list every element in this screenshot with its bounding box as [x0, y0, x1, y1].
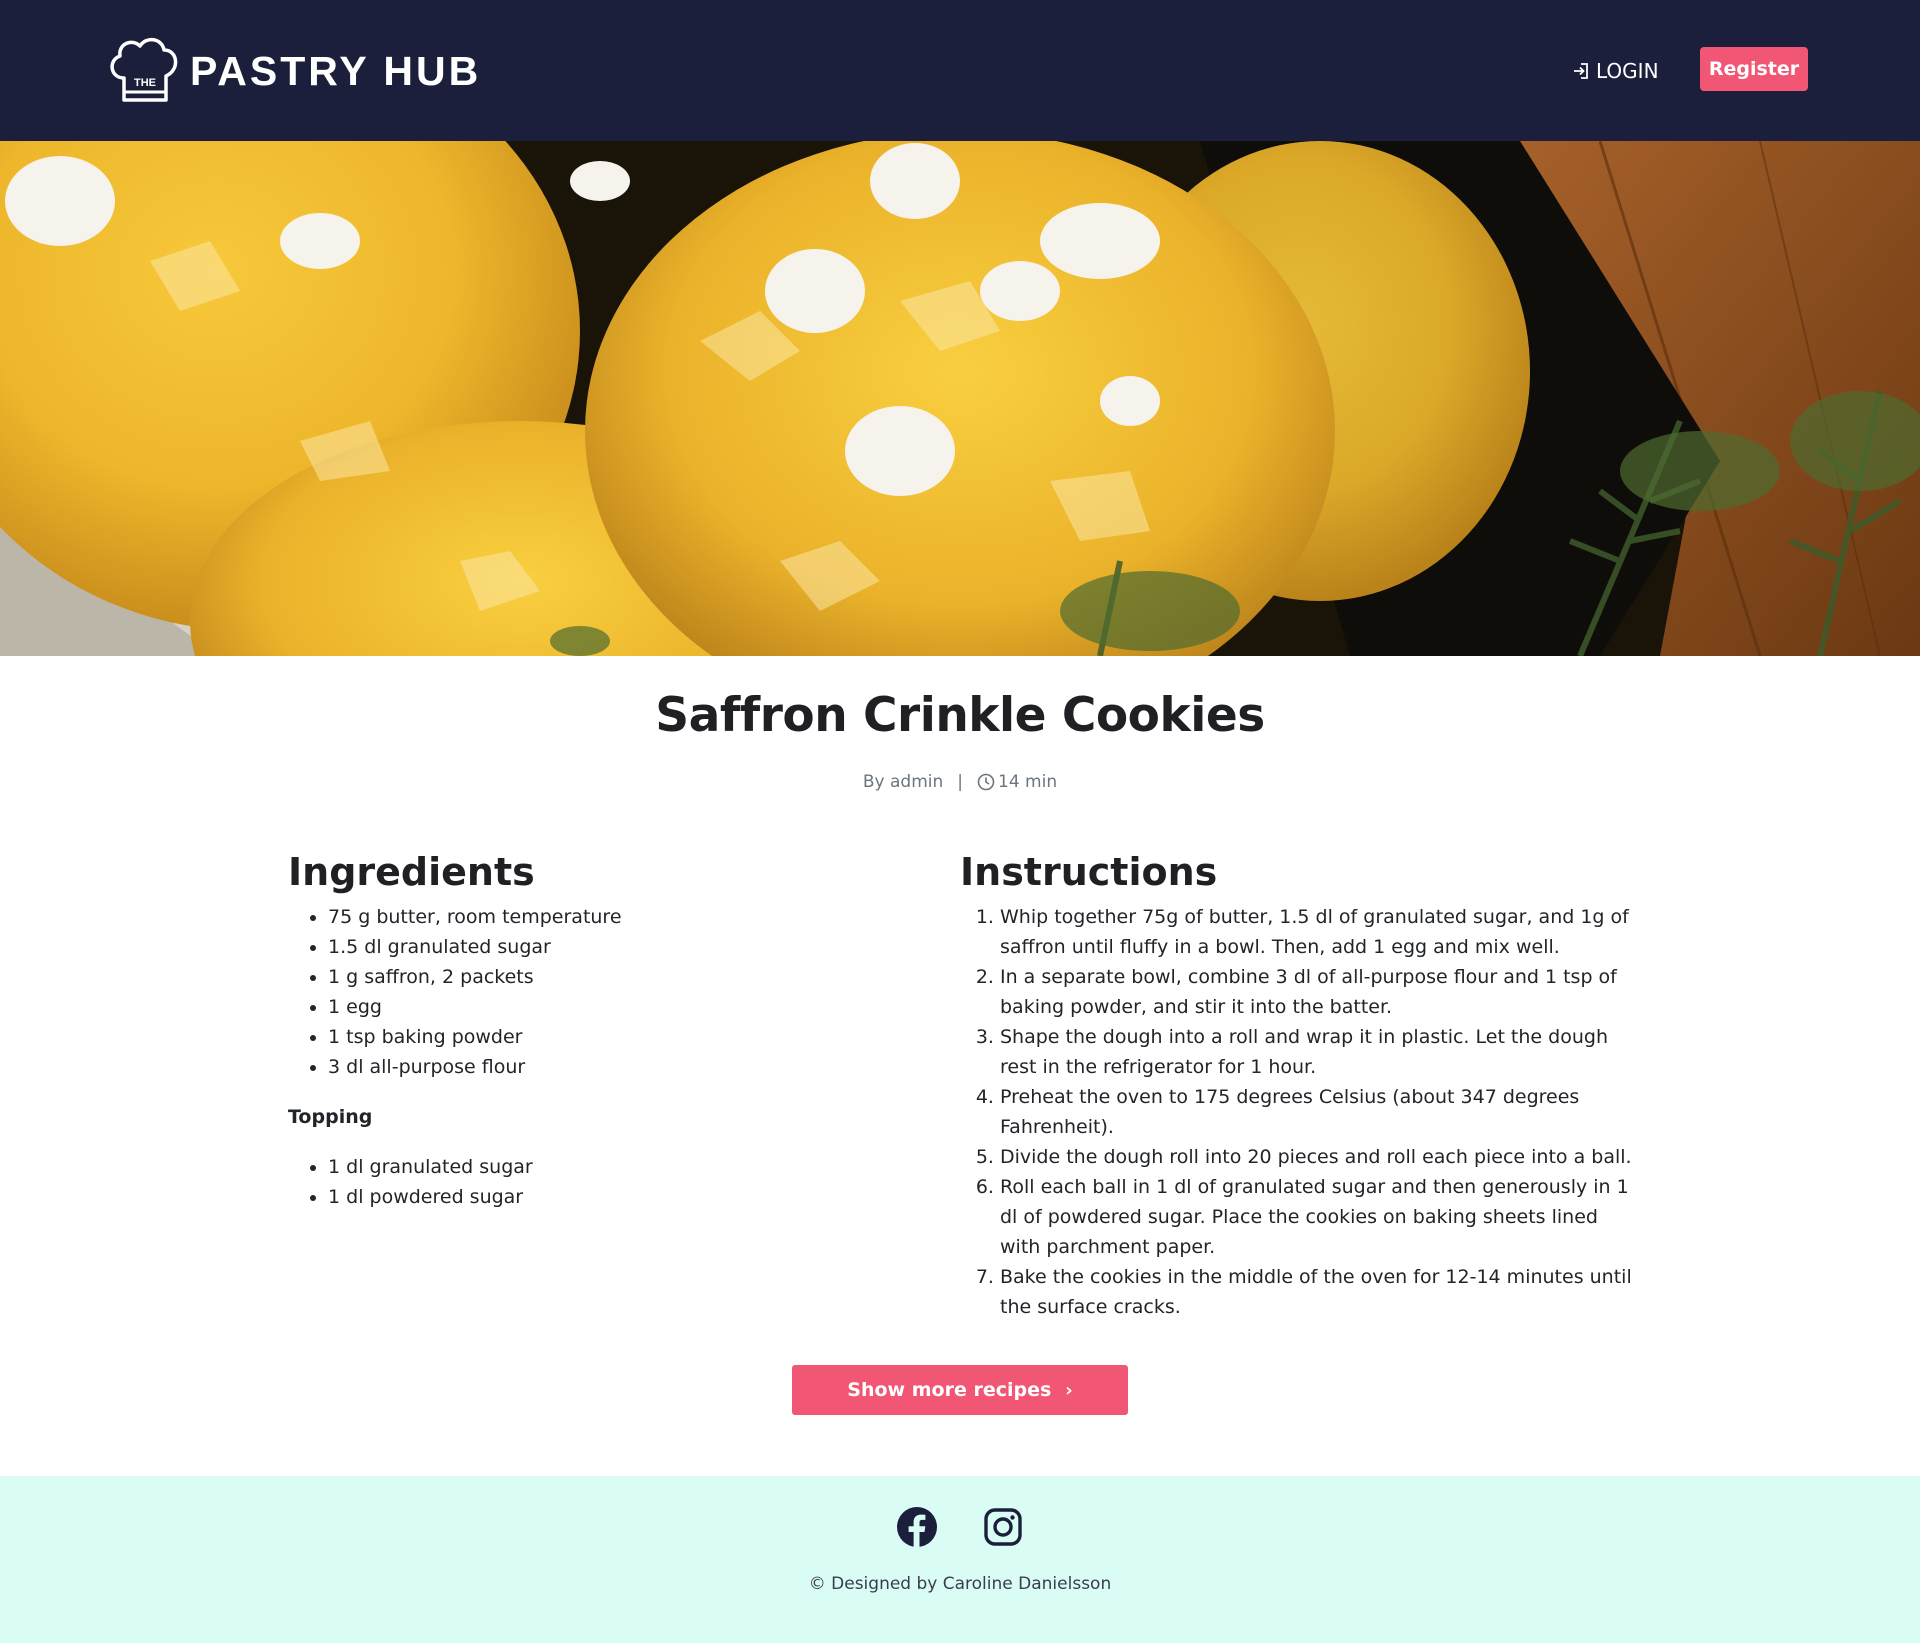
- ingredients-section: Ingredients 75 g butter, room temperatur…: [288, 846, 888, 1212]
- brand-name: PASTRY HUB: [190, 47, 482, 94]
- topping-item: 1 dl powdered sugar: [328, 1182, 888, 1212]
- instruction-step: Preheat the oven to 175 degrees Celsius …: [1000, 1082, 1640, 1142]
- instructions-list: Whip together 75g of butter, 1.5 dl of g…: [960, 902, 1640, 1322]
- brand-logo[interactable]: THE PASTRY HUB: [104, 34, 481, 108]
- instructions-heading: Instructions: [960, 850, 1218, 894]
- footer: © Designed by Caroline Danielsson: [0, 1476, 1920, 1643]
- chef-hat-icon: THE: [110, 37, 178, 102]
- ingredient-item: 1 egg: [328, 992, 888, 1022]
- instructions-section: Instructions Whip together 75g of butter…: [960, 846, 1640, 1322]
- instruction-step: Roll each ball in 1 dl of granulated sug…: [1000, 1172, 1640, 1262]
- topping-list: 1 dl granulated sugar 1 dl powdered suga…: [288, 1152, 888, 1212]
- instruction-step: Whip together 75g of butter, 1.5 dl of g…: [1000, 902, 1640, 962]
- instruction-step: Divide the dough roll into 20 pieces and…: [1000, 1142, 1640, 1172]
- show-more-label: Show more recipes: [847, 1379, 1052, 1401]
- recipe-title: Saffron Crinkle Cookies: [655, 688, 1265, 743]
- register-button[interactable]: Register: [1700, 47, 1808, 91]
- ingredient-item: 1 tsp baking powder: [328, 1022, 888, 1052]
- facebook-icon[interactable]: [896, 1506, 938, 1548]
- ingredient-item: 3 dl all-purpose flour: [328, 1052, 888, 1082]
- cookies-photo: [0, 141, 1920, 656]
- recipe-author: By admin: [862, 772, 944, 792]
- ingredient-item: 1.5 dl granulated sugar: [328, 932, 888, 962]
- chevron-right-icon: ›: [1065, 1379, 1073, 1401]
- ingredient-item: 75 g butter, room temperature: [328, 902, 888, 932]
- login-link[interactable]: LOGIN: [1572, 54, 1659, 88]
- copyright-text: © Designed by Caroline Danielsson: [808, 1574, 1112, 1594]
- navbar: THE PASTRY HUB LOGIN Register: [0, 0, 1920, 141]
- ingredients-list: 75 g butter, room temperature 1.5 dl gra…: [288, 902, 888, 1082]
- recipe-time: 14 min: [998, 772, 1058, 792]
- instruction-step: Bake the cookies in the middle of the ov…: [1000, 1262, 1640, 1322]
- instruction-step: Shape the dough into a roll and wrap it …: [1000, 1022, 1640, 1082]
- ingredients-heading: Ingredients: [288, 850, 535, 894]
- social-links: [0, 1506, 1920, 1548]
- instagram-icon[interactable]: [982, 1506, 1024, 1548]
- login-icon: [1574, 63, 1588, 79]
- show-more-recipes-button[interactable]: Show more recipes ›: [792, 1365, 1128, 1415]
- brand-badge-text: THE: [134, 77, 156, 89]
- topping-heading: Topping: [288, 1106, 373, 1128]
- meta-separator: |: [957, 772, 964, 792]
- recipe-meta: By admin | 14 min: [0, 772, 1920, 792]
- hero-image: [0, 141, 1920, 656]
- instruction-step: In a separate bowl, combine 3 dl of all-…: [1000, 962, 1640, 1022]
- ingredient-item: 1 g saffron, 2 packets: [328, 962, 888, 992]
- clock-icon: [977, 773, 995, 791]
- login-label: LOGIN: [1596, 59, 1659, 83]
- topping-item: 1 dl granulated sugar: [328, 1152, 888, 1182]
